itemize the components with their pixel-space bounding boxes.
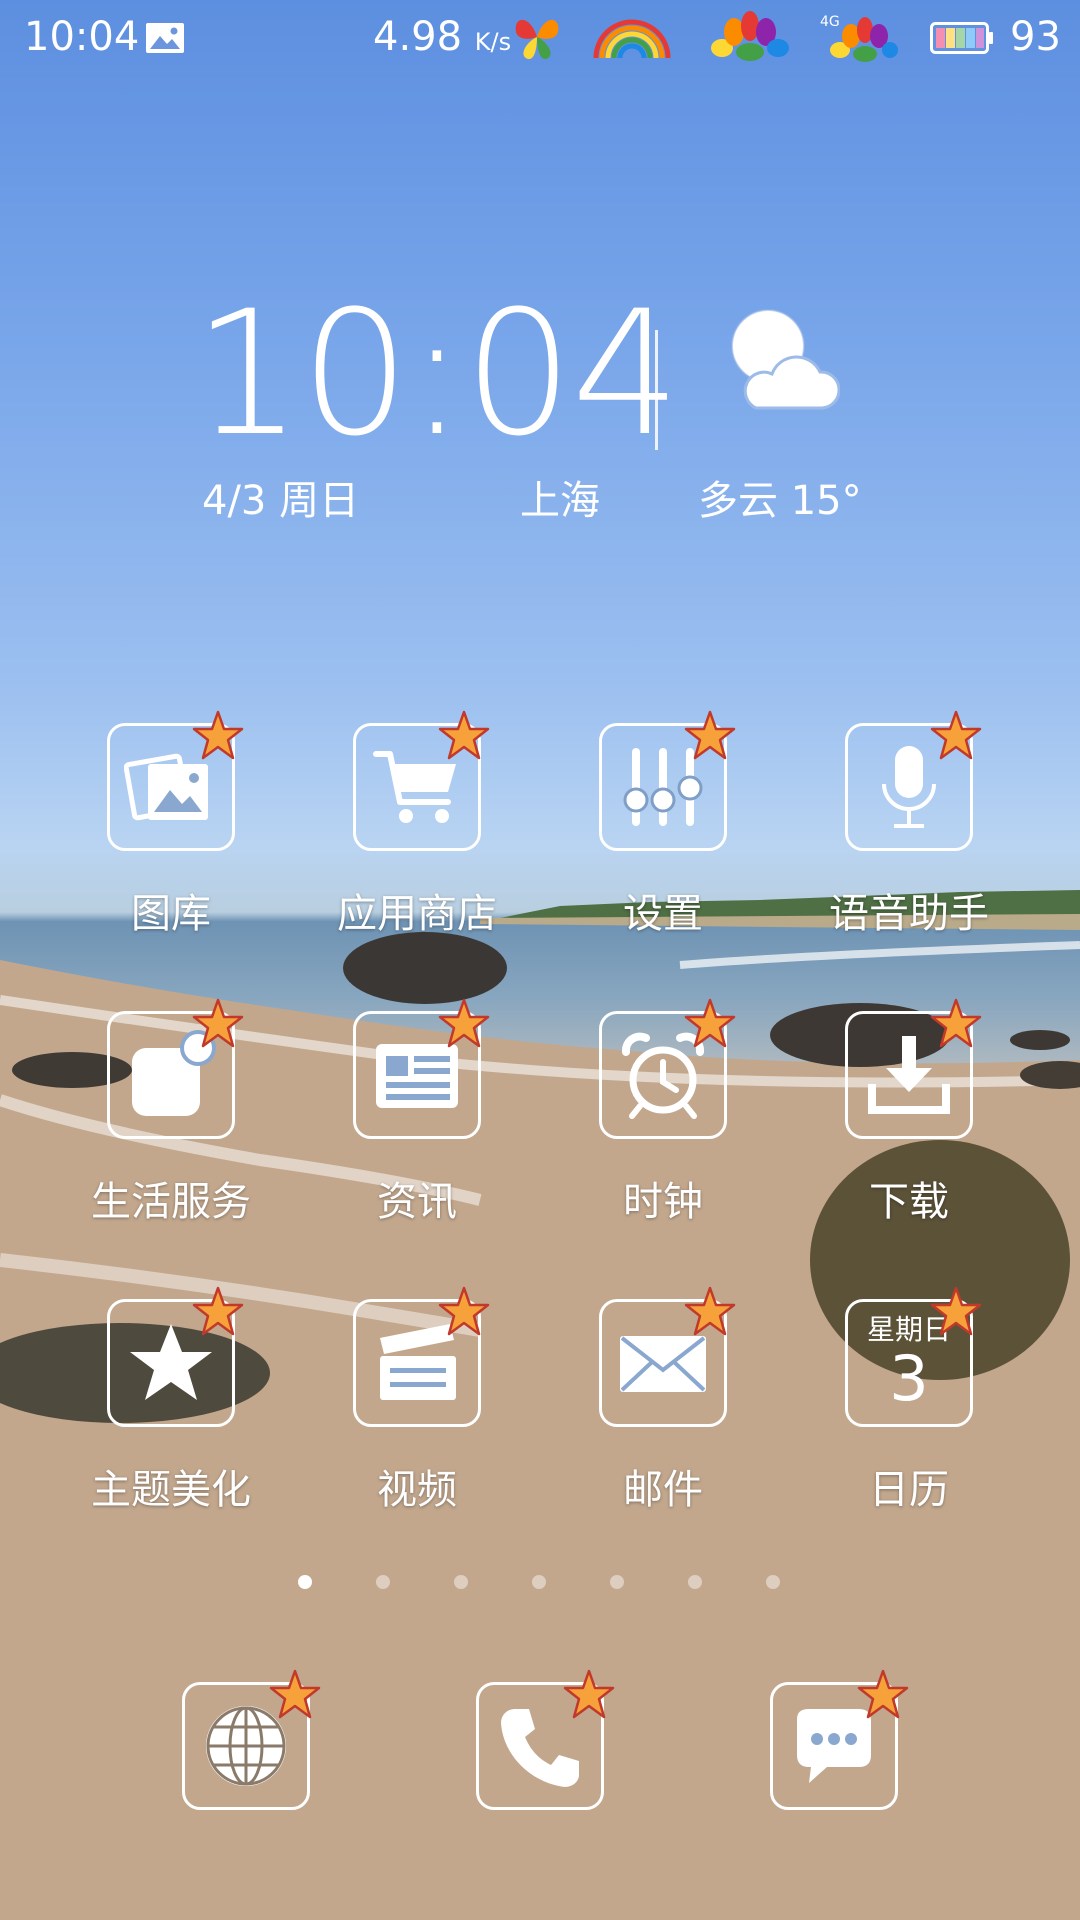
starfish-badge-icon (438, 710, 490, 760)
svg-text:4G: 4G (820, 14, 840, 30)
app-label: 生活服务 (91, 1179, 251, 1225)
app-video[interactable]: 视频 (294, 1286, 540, 1529)
starfish-badge-icon (857, 1669, 909, 1719)
partly-cloudy-icon[interactable] (720, 300, 840, 420)
app-life-service[interactable]: 生活服务 (48, 998, 294, 1241)
peacock-icon (711, 11, 789, 61)
page-dot[interactable] (532, 1575, 546, 1589)
butterfly-icon (515, 19, 559, 60)
app-calendar[interactable]: 星期日 3 日历 (786, 1286, 1032, 1529)
app-label: 主题美化 (91, 1467, 251, 1513)
clock-time[interactable]: 10:04 (193, 288, 681, 460)
app-store[interactable]: 应用商店 (294, 710, 540, 953)
app-label: 视频 (377, 1467, 457, 1513)
page-indicator[interactable] (0, 1575, 1080, 1595)
app-themes[interactable]: 主题美化 (48, 1286, 294, 1529)
starfish-badge-icon (192, 998, 244, 1048)
battery-icon (930, 22, 993, 54)
widget-weather[interactable]: 多云 15° (698, 468, 862, 526)
page-dot[interactable] (376, 1575, 390, 1589)
status-time: 10:04 (24, 14, 140, 60)
app-mail[interactable]: 邮件 (540, 1286, 786, 1529)
starfish-badge-icon (684, 710, 736, 760)
app-label: 资讯 (377, 1179, 457, 1225)
app-label: 应用商店 (337, 891, 497, 937)
widget-divider (655, 330, 658, 450)
app-label: 时钟 (623, 1179, 703, 1225)
page-dot[interactable] (688, 1575, 702, 1589)
calendar-day: 3 (889, 1342, 929, 1415)
app-gallery[interactable]: 图库 (48, 710, 294, 953)
app-label: 语音助手 (829, 891, 989, 937)
app-label: 图库 (131, 891, 211, 937)
starfish-badge-icon (438, 998, 490, 1048)
dock-browser[interactable] (182, 1669, 321, 1810)
dock-phone[interactable] (476, 1669, 615, 1810)
app-settings[interactable]: 设置 (540, 710, 786, 953)
app-label: 下载 (869, 1179, 949, 1225)
image-icon (146, 23, 184, 53)
page-dot[interactable] (766, 1575, 780, 1589)
starfish-badge-icon (930, 1286, 982, 1336)
starfish-badge-icon (930, 998, 982, 1048)
widget-city[interactable]: 上海 (520, 468, 600, 526)
app-voice-assistant[interactable]: 语音助手 (786, 710, 1032, 953)
starfish-badge-icon (684, 998, 736, 1048)
status-bar: 10:04 4.98 K/s 4G 93 (0, 0, 1080, 74)
rainbow-icon (593, 19, 671, 59)
app-label: 邮件 (623, 1467, 703, 1513)
app-clock[interactable]: 时钟 (540, 998, 786, 1241)
starfish-badge-icon (192, 710, 244, 760)
starfish-badge-icon (930, 710, 982, 760)
starfish-badge-icon (563, 1669, 615, 1719)
app-label: 设置 (623, 891, 703, 937)
page-dot[interactable] (298, 1575, 312, 1589)
page-dot[interactable] (610, 1575, 624, 1589)
widget-date: 4/3 周日 (202, 478, 360, 524)
network-speed: 4.98 K/s (373, 14, 512, 60)
dock-messages[interactable] (770, 1669, 909, 1810)
app-label: 日历 (869, 1467, 949, 1513)
page-dot[interactable] (454, 1575, 468, 1589)
starfish-badge-icon (684, 1286, 736, 1336)
app-news[interactable]: 资讯 (294, 998, 540, 1241)
peacock-4g-icon: 4G (820, 14, 898, 62)
starfish-badge-icon (269, 1669, 321, 1719)
starfish-badge-icon (192, 1286, 244, 1336)
battery-level: 93 (1010, 14, 1061, 60)
app-downloads[interactable]: 下载 (786, 998, 1032, 1241)
starfish-badge-icon (438, 1286, 490, 1336)
